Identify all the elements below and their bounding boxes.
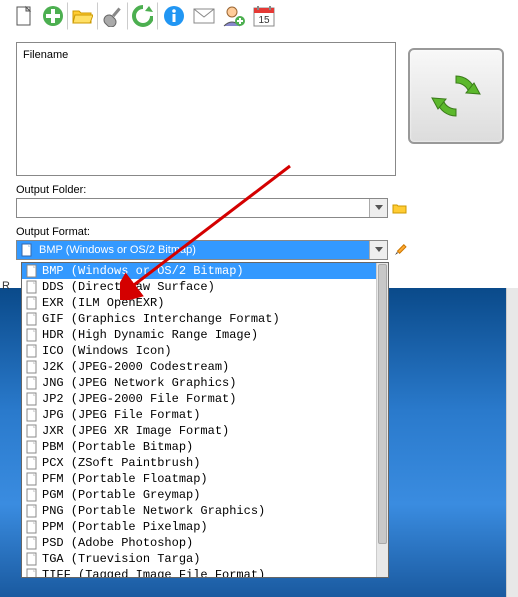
new-file-button[interactable] — [10, 2, 38, 30]
format-option[interactable]: PSD (Adobe Photoshop) — [22, 535, 376, 551]
format-option[interactable]: JPG (JPEG File Format) — [22, 407, 376, 423]
calendar-day: 15 — [258, 15, 270, 26]
format-option-label: JP2 (JPEG-2000 File Format) — [42, 392, 236, 406]
file-list[interactable]: Filename — [16, 42, 396, 176]
browse-folder-button[interactable] — [392, 200, 408, 216]
mail-button[interactable] — [190, 2, 218, 30]
format-option[interactable]: J2K (JPEG-2000 Codestream) — [22, 359, 376, 375]
format-option-label: DDS (DirectDraw Surface) — [42, 280, 215, 294]
file-icon — [26, 520, 38, 534]
file-icon — [26, 552, 38, 566]
format-option[interactable]: JXR (JPEG XR Image Format) — [22, 423, 376, 439]
format-option[interactable]: PNG (Portable Network Graphics) — [22, 503, 376, 519]
format-option-label: PFM (Portable Floatmap) — [42, 472, 208, 486]
format-option-label: J2K (JPEG-2000 Codestream) — [42, 360, 229, 374]
format-option-label: JXR (JPEG XR Image Format) — [42, 424, 229, 438]
file-icon — [26, 360, 38, 374]
file-icon — [26, 328, 38, 342]
add-button[interactable] — [40, 2, 68, 30]
format-dropdown: BMP (Windows or OS/2 Bitmap) DDS (DirectD… — [21, 262, 389, 578]
format-option[interactable]: PCX (ZSoft Paintbrush) — [22, 455, 376, 471]
format-option-label: PPM (Portable Pixelmap) — [42, 520, 208, 534]
format-option[interactable]: TIFF (Tagged Image File Format) — [22, 567, 376, 577]
format-option-label: JNG (JPEG Network Graphics) — [42, 376, 236, 390]
open-folder-button[interactable] — [70, 2, 98, 30]
file-icon — [26, 376, 38, 390]
format-option-label: PBM (Portable Bitmap) — [42, 440, 193, 454]
file-icon — [26, 424, 38, 438]
file-icon — [26, 536, 38, 550]
scrollbar-thumb[interactable] — [378, 264, 387, 544]
format-option-label: GIF (Graphics Interchange Format) — [42, 312, 280, 326]
output-format-combo[interactable]: BMP (Windows or OS/2 Bitmap) — [16, 240, 388, 260]
refresh-icon — [428, 68, 484, 124]
format-option[interactable]: PFM (Portable Floatmap) — [22, 471, 376, 487]
dropdown-scrollbar[interactable] — [376, 263, 388, 577]
edit-format-button[interactable] — [392, 242, 408, 258]
format-option-label: ICO (Windows Icon) — [42, 344, 172, 358]
file-icon — [26, 264, 38, 278]
file-icon — [26, 344, 38, 358]
format-option[interactable]: HDR (High Dynamic Range Image) — [22, 327, 376, 343]
add-user-button[interactable] — [220, 2, 248, 30]
file-icon — [26, 392, 38, 406]
refresh-button[interactable] — [130, 2, 158, 30]
file-icon — [26, 504, 38, 518]
format-option[interactable]: EXR (ILM OpenEXR) — [22, 295, 376, 311]
format-option[interactable]: GIF (Graphics Interchange Format) — [22, 311, 376, 327]
format-option[interactable]: DDS (DirectDraw Surface) — [22, 279, 376, 295]
info-button[interactable] — [160, 2, 188, 30]
format-option[interactable]: ICO (Windows Icon) — [22, 343, 376, 359]
file-icon — [26, 408, 38, 422]
format-dropdown-list[interactable]: BMP (Windows or OS/2 Bitmap) DDS (DirectD… — [22, 263, 376, 577]
format-option[interactable]: JNG (JPEG Network Graphics) — [22, 375, 376, 391]
format-option[interactable]: PBM (Portable Bitmap) — [22, 439, 376, 455]
format-option-label: PGM (Portable Greymap) — [42, 488, 200, 502]
file-list-header: Filename — [19, 45, 393, 65]
format-option[interactable]: PPM (Portable Pixelmap) — [22, 519, 376, 535]
format-option-label: TIFF (Tagged Image File Format) — [42, 568, 265, 577]
output-format-value: BMP (Windows or OS/2 Bitmap) — [17, 244, 196, 256]
output-folder-combo[interactable] — [16, 198, 388, 218]
file-icon — [20, 243, 34, 257]
chevron-down-icon — [369, 241, 387, 259]
format-option-label: HDR (High Dynamic Range Image) — [42, 328, 258, 342]
chevron-down-icon — [369, 199, 387, 217]
format-option[interactable]: JP2 (JPEG-2000 File Format) — [22, 391, 376, 407]
format-option-label: TGA (Truevision Targa) — [42, 552, 200, 566]
convert-button[interactable] — [408, 48, 504, 144]
output-folder-label: Output Folder: — [16, 184, 502, 196]
format-option-label: BMP (Windows or OS/2 Bitmap) — [42, 264, 244, 278]
right-scrollbar[interactable] — [506, 288, 518, 597]
toolbar: 15 — [0, 0, 518, 32]
file-icon — [26, 472, 38, 486]
format-option-label: PSD (Adobe Photoshop) — [42, 536, 193, 550]
file-icon — [26, 280, 38, 294]
format-option-label: JPG (JPEG File Format) — [42, 408, 200, 422]
file-icon — [26, 440, 38, 454]
side-letter: R — [0, 280, 10, 292]
output-format-label: Output Format: — [16, 226, 502, 238]
file-icon — [26, 312, 38, 326]
format-option-label: EXR (ILM OpenEXR) — [42, 296, 164, 310]
calendar-button[interactable]: 15 — [250, 2, 278, 30]
file-icon — [26, 296, 38, 310]
format-option[interactable]: PGM (Portable Greymap) — [22, 487, 376, 503]
settings-button[interactable] — [100, 2, 128, 30]
format-option-label: PNG (Portable Network Graphics) — [42, 504, 265, 518]
format-option[interactable]: BMP (Windows or OS/2 Bitmap) — [22, 263, 376, 279]
file-icon — [26, 568, 38, 577]
format-option[interactable]: TGA (Truevision Targa) — [22, 551, 376, 567]
file-icon — [26, 456, 38, 470]
format-option-label: PCX (ZSoft Paintbrush) — [42, 456, 200, 470]
file-icon — [26, 488, 38, 502]
